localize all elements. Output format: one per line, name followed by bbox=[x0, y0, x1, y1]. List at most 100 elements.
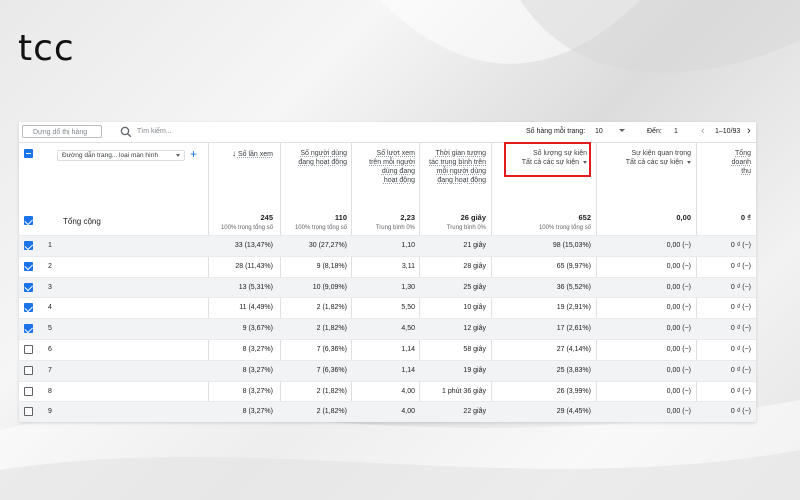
table-cell: 10 giây bbox=[463, 304, 486, 312]
table-cell: 7 (6,36%) bbox=[316, 366, 347, 374]
rows-per-page-select[interactable]: 10 bbox=[595, 128, 603, 135]
table-row[interactable]: 6 8 (3,27%) 7 (6,36%) 1,14 58 giây 27 (4,14%)… bbox=[19, 338, 756, 360]
report-table-panel: Dựng dổ thị hàng Tìm kiếm... Số hàng mỗi… bbox=[19, 122, 756, 422]
row-checkbox[interactable] bbox=[24, 261, 34, 271]
row-rank: 6 bbox=[48, 345, 52, 353]
table-cell: 58 giây bbox=[463, 345, 486, 353]
column-header-views-per-user[interactable]: Số lượt xem trên mỗi người dùng đang hoạ… bbox=[369, 149, 415, 185]
column-header-label: Số lần xem bbox=[237, 151, 273, 158]
table-row[interactable]: 7 8 (3,27%) 7 (6,36%) 1,14 19 giây 25 (3,83%)… bbox=[19, 359, 756, 381]
table-cell: 1,30 bbox=[401, 283, 415, 291]
chevron-left-icon[interactable]: ‹ bbox=[701, 125, 705, 137]
row-rank: 1 bbox=[48, 242, 52, 249]
highlight-box bbox=[504, 142, 591, 177]
search-input[interactable]: Tìm kiếm... bbox=[137, 128, 172, 135]
key-event-filter-select[interactable]: Tất cả các sự kiện bbox=[609, 158, 691, 167]
totals-label: Tổng cộng bbox=[63, 217, 101, 226]
chevron-right-icon[interactable]: › bbox=[747, 125, 751, 137]
column-header-label: Thời gian tương tác trung bình trên mỗi … bbox=[429, 150, 486, 184]
table-row[interactable]: 3 13 (5,31%) 10 (9,09%) 1,30 25 giây 36 (5,52… bbox=[19, 276, 756, 298]
table-cell: 30 (27,27%) bbox=[308, 242, 347, 249]
table-cell: 2 (1,82%) bbox=[316, 304, 347, 312]
row-rank: 4 bbox=[48, 304, 52, 312]
table-cell: 4,00 bbox=[401, 408, 415, 416]
table-row[interactable]: 9 8 (3,27%) 2 (1,82%) 4,00 22 giây 29 (4,45%)… bbox=[19, 401, 756, 422]
row-checkbox[interactable] bbox=[24, 241, 34, 250]
row-checkbox[interactable] bbox=[24, 386, 33, 396]
column-header-total-revenue[interactable]: Tổng doanh thu bbox=[721, 149, 751, 176]
table-cell: 27 (4,14%) bbox=[556, 345, 591, 353]
table-row[interactable]: 1 33 (13,47%) 30 (27,27%) 1,10 21 giây 98 (15… bbox=[19, 235, 756, 256]
table-cell: 19 giây bbox=[463, 366, 486, 374]
row-rank: 5 bbox=[48, 325, 52, 333]
column-header-key-events[interactable]: Sự kiện quan trọng Tất cả các sự kiện bbox=[609, 149, 691, 167]
table-cell: 2 (1,82%) bbox=[316, 325, 347, 333]
select-all-checkbox[interactable] bbox=[24, 216, 34, 225]
table-row[interactable]: 8 8 (3,27%) 2 (1,82%) 4,00 1 phút 36 giây 26 … bbox=[19, 380, 756, 402]
table-row[interactable]: 4 11 (4,49%) 2 (1,82%) 5,50 10 giây 19 (2,91%… bbox=[19, 297, 756, 318]
dimension-input[interactable]: Dựng dổ thị hàng bbox=[22, 125, 102, 138]
table-cell: 0 ₫ (−) bbox=[730, 345, 751, 353]
goto-page-input[interactable]: 1 bbox=[674, 128, 678, 135]
chevron-down-icon bbox=[176, 154, 180, 157]
table-cell: 22 giây bbox=[463, 408, 486, 416]
table-cell: 0 ₫ (−) bbox=[730, 325, 751, 333]
total-views: 245 100% trong tổng số bbox=[220, 213, 273, 231]
arrow-down-icon[interactable]: ↓ bbox=[232, 149, 236, 158]
table-cell: 98 (15,03%) bbox=[552, 242, 591, 249]
table-cell: 0 ₫ (−) bbox=[730, 262, 751, 270]
table-cell: 1,14 bbox=[401, 366, 415, 374]
row-checkbox[interactable] bbox=[24, 282, 34, 292]
select-partial-checkbox[interactable] bbox=[24, 149, 33, 158]
column-header-active-users[interactable]: Số người dùng đang hoạt động bbox=[285, 149, 347, 167]
column-header-label: Số người dùng đang hoạt động bbox=[298, 150, 347, 166]
goto-label: Đến: bbox=[647, 128, 662, 135]
table-body: 1 33 (13,47%) 30 (27,27%) 1,10 21 giây 98 (15… bbox=[19, 235, 756, 422]
add-dimension-icon[interactable]: + bbox=[190, 147, 197, 161]
table-cell: 1,14 bbox=[401, 345, 415, 353]
table-cell: 21 giây bbox=[463, 242, 486, 249]
row-rank: 9 bbox=[48, 408, 52, 416]
table-cell: 0,00 (−) bbox=[666, 242, 691, 249]
table-cell: 0,00 (−) bbox=[666, 325, 691, 333]
table-row[interactable]: 2 28 (11,43%) 9 (8,18%) 3,11 28 giây 65 (9,97… bbox=[19, 255, 756, 277]
column-header-label: Số lượt xem trên mỗi người dùng đang hoạ… bbox=[369, 150, 415, 184]
table-header: Đường dẫn trang... loại màn hình + ↓ Số … bbox=[19, 142, 756, 235]
search-icon[interactable] bbox=[119, 125, 133, 139]
dimension-select[interactable]: Đường dẫn trang... loại màn hình bbox=[57, 150, 185, 161]
table-cell: 10 (9,09%) bbox=[312, 283, 347, 291]
total-avg-engagement: 26 giây Trung bình 0% bbox=[446, 213, 486, 231]
total-key-events: 0,00 bbox=[676, 213, 691, 222]
table-row[interactable]: 5 9 (3,67%) 2 (1,82%) 4,50 12 giây 17 (2,61%)… bbox=[19, 318, 756, 339]
column-header-views[interactable]: ↓ Số lần xem bbox=[215, 149, 273, 159]
row-checkbox[interactable] bbox=[24, 344, 33, 354]
table-cell: 19 (2,91%) bbox=[556, 304, 591, 312]
table-cell: 0 ₫ (−) bbox=[730, 283, 751, 291]
column-header-label: Sự kiện quan trọng bbox=[631, 150, 691, 157]
table-cell: 2 (1,82%) bbox=[316, 387, 347, 395]
chevron-down-icon[interactable] bbox=[619, 129, 625, 132]
table-cell: 8 (3,27%) bbox=[242, 387, 273, 395]
row-checkbox[interactable] bbox=[24, 324, 34, 334]
table-cell: 0,00 (−) bbox=[666, 345, 691, 353]
row-checkbox[interactable] bbox=[24, 407, 33, 417]
key-event-filter-label: Tất cả các sự kiện bbox=[625, 159, 683, 166]
table-cell: 0,00 (−) bbox=[666, 408, 691, 416]
pagination-range: 1–10/93 bbox=[715, 128, 741, 135]
row-rank: 2 bbox=[48, 262, 52, 270]
table-cell: 26 (3,99%) bbox=[556, 387, 591, 395]
table-cell: 29 (4,45%) bbox=[556, 408, 591, 416]
column-header-avg-engagement[interactable]: Thời gian tương tác trung bình trên mỗi … bbox=[426, 149, 486, 185]
total-active-users: 110 100% trong tổng số bbox=[294, 213, 347, 231]
total-views-per-user: 2,23 Trung bình 0% bbox=[375, 213, 415, 231]
table-cell: 65 (9,97%) bbox=[556, 262, 591, 270]
table-cell: 11 (4,49%) bbox=[239, 304, 273, 312]
table-cell: 0,00 (−) bbox=[666, 283, 691, 291]
row-rank: 3 bbox=[48, 283, 52, 291]
row-checkbox[interactable] bbox=[24, 365, 33, 375]
row-checkbox[interactable] bbox=[24, 303, 34, 313]
table-cell: 28 (11,43%) bbox=[235, 262, 273, 270]
table-cell: 33 (13,47%) bbox=[234, 242, 273, 249]
table-cell: 25 (3,83%) bbox=[556, 366, 591, 374]
total-revenue: 0 ₫ bbox=[740, 213, 751, 222]
